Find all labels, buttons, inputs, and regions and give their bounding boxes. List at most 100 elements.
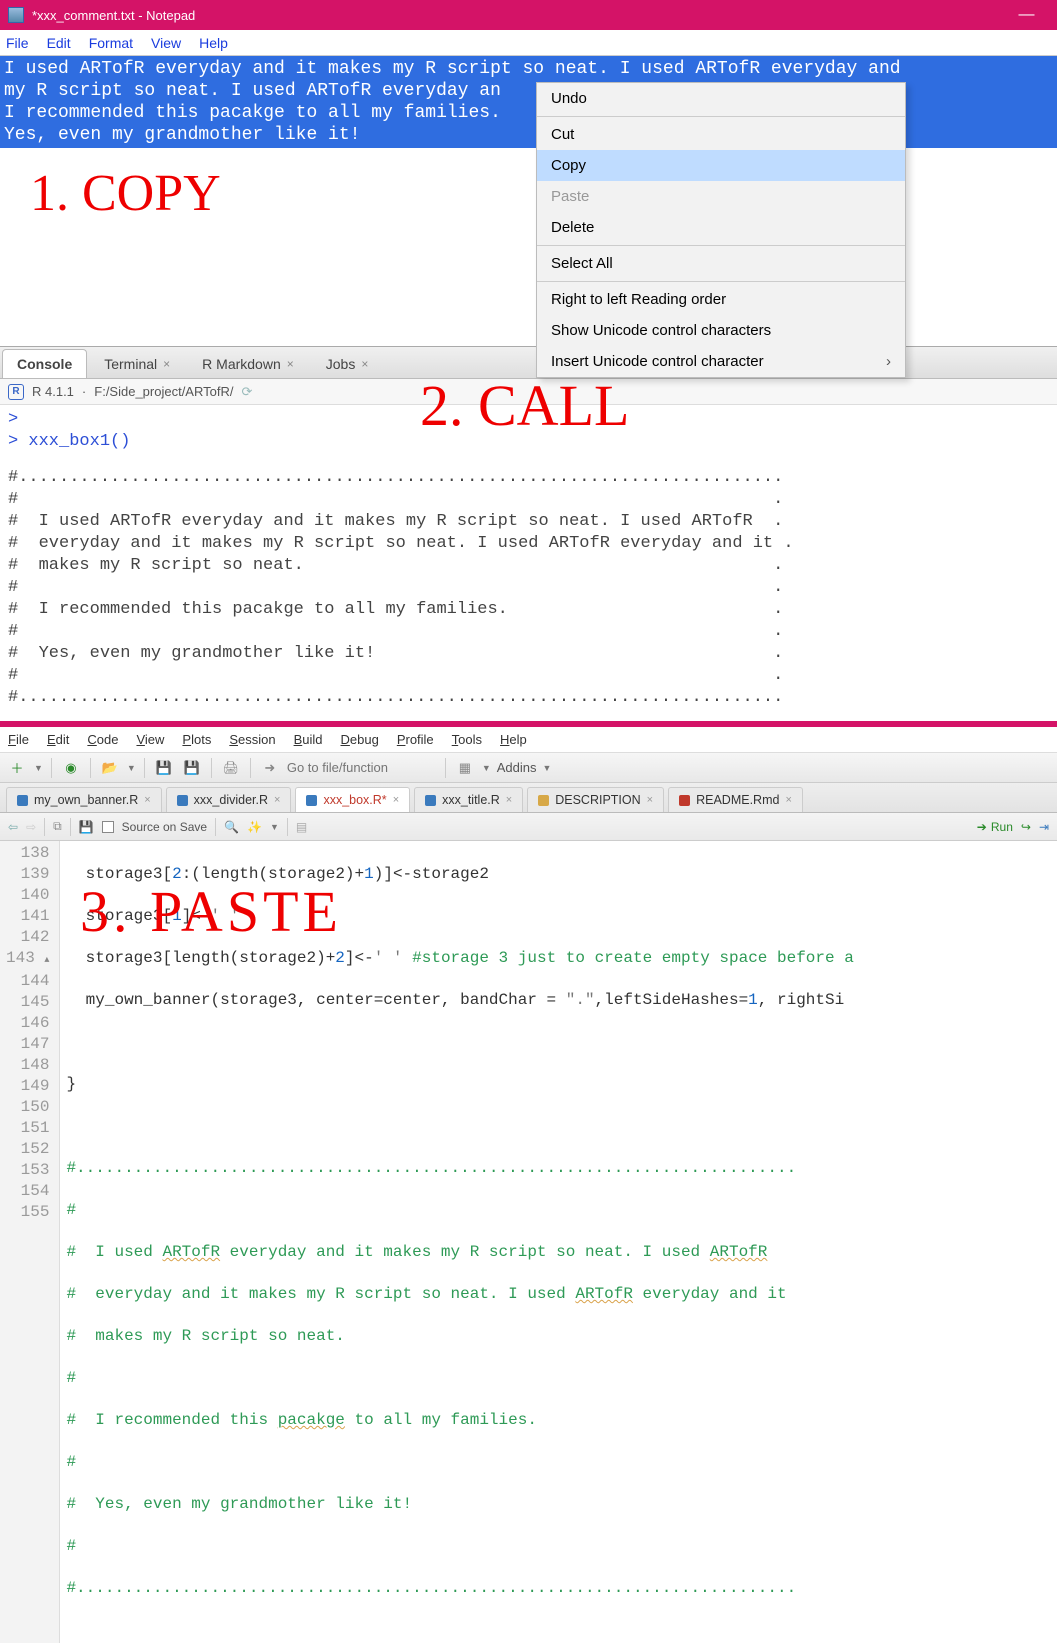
ctx-paste: Paste [537, 181, 905, 212]
menu-build[interactable]: Build [294, 732, 323, 747]
notepad-menubar: File Edit Format View Help [0, 30, 1057, 56]
back-button[interactable]: ⇦ [8, 820, 18, 834]
file-tab[interactable]: README.Rmd× [668, 787, 803, 812]
desc-file-icon [538, 795, 549, 806]
close-icon[interactable]: × [287, 357, 294, 371]
addins-button[interactable]: Addins [497, 760, 537, 775]
save-button[interactable]: 💾 [153, 757, 175, 779]
menu-file[interactable]: File [8, 732, 29, 747]
r-logo-icon: R [8, 384, 24, 400]
console-out-line: # . [8, 621, 1049, 643]
save-button[interactable]: 💾 [79, 820, 94, 834]
minimize-button[interactable]: — [1004, 6, 1049, 24]
ctx-copy[interactable]: Copy [537, 150, 905, 181]
dropdown-arrow-icon[interactable]: ▼ [270, 822, 279, 832]
close-icon[interactable]: × [785, 794, 791, 806]
ctx-separator [537, 116, 905, 117]
close-icon[interactable]: × [144, 794, 150, 806]
console-out-line: # . [8, 577, 1049, 599]
close-icon[interactable]: × [274, 794, 280, 806]
notepad-titlebar[interactable]: *xxx_comment.txt - Notepad — [0, 0, 1057, 30]
close-icon[interactable]: × [506, 794, 512, 806]
ctx-undo[interactable]: Undo [537, 83, 905, 114]
ctx-show-unicode[interactable]: Show Unicode control characters [537, 315, 905, 346]
working-directory[interactable]: F:/Side_project/ARTofR/ [94, 384, 233, 399]
r-file-icon [17, 795, 28, 806]
file-tab[interactable]: xxx_title.R× [414, 787, 523, 812]
r-version: R 4.1.1 [32, 384, 74, 399]
tab-console[interactable]: Console [2, 349, 87, 378]
close-icon[interactable]: × [647, 794, 653, 806]
console-out-line: # . [8, 489, 1049, 511]
goto-file-input[interactable] [287, 760, 437, 775]
new-project-button[interactable]: ◉ [60, 757, 82, 779]
code-editor[interactable]: 3. PASTE 138 139 140 141 142 143 ▴ 144 1… [0, 841, 1057, 1643]
notepad-title: *xxx_comment.txt - Notepad [32, 8, 1004, 23]
rstudio-menubar: File Edit Code View Plots Session Build … [0, 727, 1057, 753]
r-file-icon [306, 795, 317, 806]
file-tab-active[interactable]: xxx_box.R*× [295, 787, 410, 812]
menu-edit[interactable]: Edit [47, 35, 71, 51]
menu-profile[interactable]: Profile [397, 732, 434, 747]
grid-button[interactable]: ▦ [454, 757, 476, 779]
save-all-button[interactable]: 💾 [181, 757, 203, 779]
console-out-line: #.......................................… [8, 687, 1049, 709]
file-tab[interactable]: DESCRIPTION× [527, 787, 664, 812]
open-file-button[interactable]: 📂 [99, 757, 121, 779]
new-file-button[interactable]: ＋ [6, 757, 28, 779]
dropdown-arrow-icon[interactable]: ▼ [543, 763, 552, 773]
menu-format[interactable]: Format [89, 35, 133, 51]
menu-view[interactable]: View [151, 35, 181, 51]
menu-debug[interactable]: Debug [341, 732, 379, 747]
console-out-line: # . [8, 665, 1049, 687]
ctx-separator [537, 281, 905, 282]
source-on-save-label: Source on Save [122, 820, 207, 834]
file-tab[interactable]: my_own_banner.R× [6, 787, 162, 812]
ctx-insert-unicode[interactable]: Insert Unicode control character [537, 346, 905, 377]
close-icon[interactable]: × [163, 357, 170, 371]
console-output[interactable]: 2. CALL > > xxx_box1() #................… [0, 405, 1057, 721]
code-area[interactable]: storage3[2:(length(storage2)+1)]<-storag… [60, 841, 859, 1643]
fold-icon[interactable]: ▴ [44, 955, 49, 966]
dropdown-arrow-icon[interactable]: ▼ [34, 763, 43, 773]
ctx-select-all[interactable]: Select All [537, 248, 905, 279]
menu-help[interactable]: Help [199, 35, 228, 51]
console-prompt: > [8, 410, 18, 429]
menu-tools[interactable]: Tools [452, 732, 482, 747]
path-separator: · [82, 384, 86, 399]
forward-button[interactable]: ⇨ [26, 820, 36, 834]
find-button[interactable]: 🔍 [224, 820, 239, 834]
menu-view[interactable]: View [136, 732, 164, 747]
run-button[interactable]: ➔ Run [977, 820, 1013, 834]
rstudio-main-toolbar: ＋ ▼ ◉ 📂 ▼ 💾 💾 🖨 ➜ ▦ ▼ Addins ▼ [0, 753, 1057, 783]
menu-help[interactable]: Help [500, 732, 527, 747]
tab-jobs[interactable]: Jobs× [311, 349, 384, 378]
dropdown-arrow-icon[interactable]: ▼ [482, 763, 491, 773]
rerun-button[interactable]: ↪ [1021, 820, 1031, 834]
refresh-icon[interactable]: ⟳ [241, 384, 252, 400]
file-tab[interactable]: xxx_divider.R× [166, 787, 292, 812]
menu-file[interactable]: File [6, 35, 29, 51]
close-icon[interactable]: × [393, 794, 399, 806]
editor-file-tabs: my_own_banner.R× xxx_divider.R× xxx_box.… [0, 783, 1057, 813]
menu-session[interactable]: Session [229, 732, 275, 747]
menu-plots[interactable]: Plots [182, 732, 211, 747]
report-button[interactable]: ▤ [296, 820, 307, 834]
dropdown-arrow-icon[interactable]: ▼ [127, 763, 136, 773]
tab-terminal[interactable]: Terminal× [89, 349, 185, 378]
console-out-line: # I used ARTofR everyday and it makes my… [8, 511, 1049, 533]
source-button[interactable]: ⇥ [1039, 820, 1049, 834]
show-in-new-window-button[interactable]: ⧉ [53, 819, 62, 834]
notepad-editor-area[interactable]: I used ARTofR everyday and it makes my R… [0, 56, 1057, 346]
tab-rmarkdown[interactable]: R Markdown× [187, 349, 309, 378]
ctx-rtl[interactable]: Right to left Reading order [537, 284, 905, 315]
source-on-save-checkbox[interactable] [102, 821, 114, 833]
line-gutter: 138 139 140 141 142 143 ▴ 144 145 146 14… [0, 841, 60, 1643]
ctx-delete[interactable]: Delete [537, 212, 905, 243]
menu-edit[interactable]: Edit [47, 732, 69, 747]
wand-button[interactable]: ✨ [247, 820, 262, 834]
ctx-cut[interactable]: Cut [537, 119, 905, 150]
menu-code[interactable]: Code [87, 732, 118, 747]
print-button[interactable]: 🖨 [220, 757, 242, 779]
close-icon[interactable]: × [361, 357, 368, 371]
